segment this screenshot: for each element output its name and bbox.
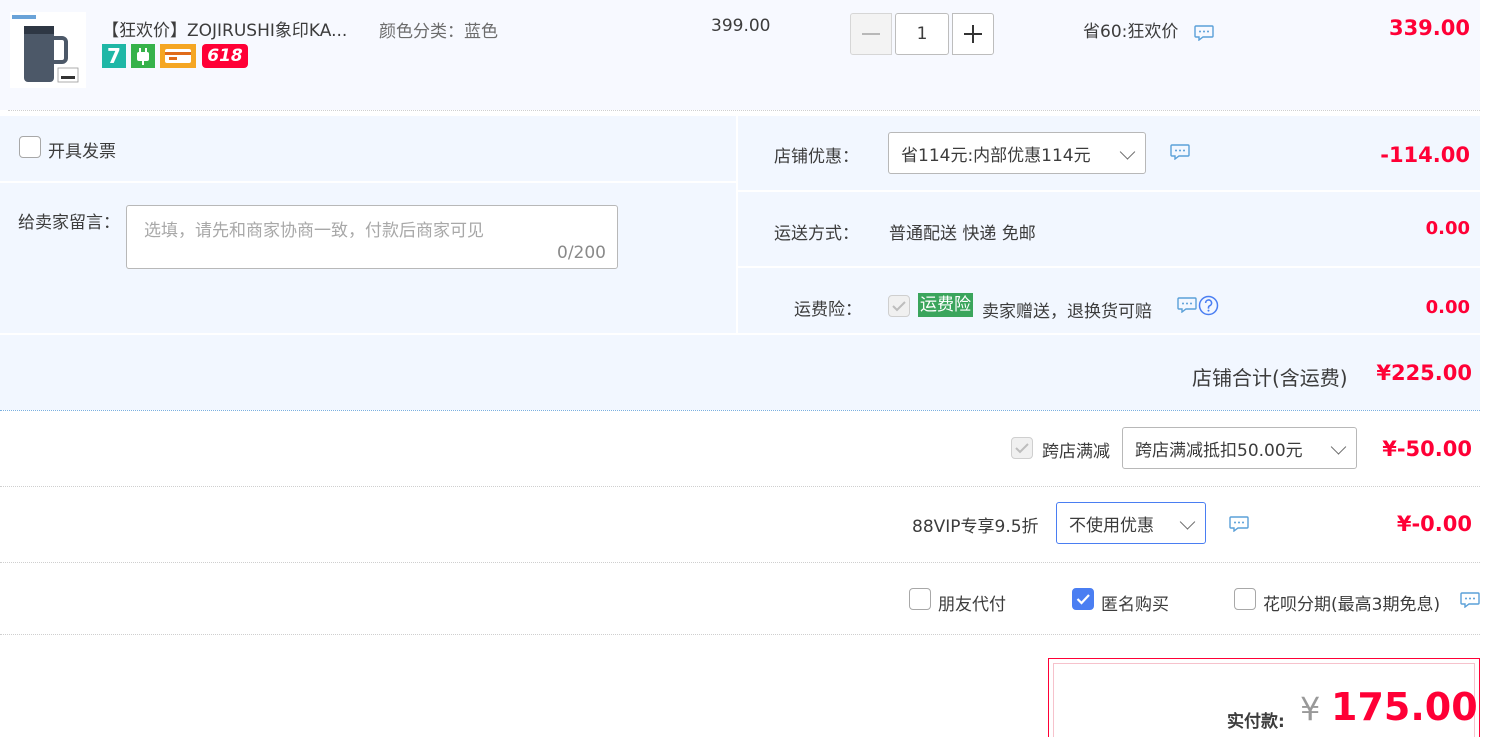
- card-icon: [160, 44, 196, 68]
- store-discount-amount: -114.00: [1380, 143, 1470, 167]
- vip-amount: ¥-0.00: [1396, 512, 1472, 536]
- help-icon[interactable]: [1198, 295, 1219, 316]
- chat-icon[interactable]: [1460, 592, 1480, 608]
- payment-currency: ¥: [1300, 690, 1321, 728]
- installment-checkbox[interactable]: [1234, 588, 1256, 610]
- quantity-increment-button[interactable]: [952, 13, 994, 55]
- cross-store-label: 跨店满减: [1042, 442, 1110, 462]
- friend-pay-checkbox[interactable]: [909, 588, 931, 610]
- chevron-down-icon: [1119, 144, 1136, 160]
- unit-price: 399.00: [711, 16, 771, 36]
- cross-store-amount: ¥-50.00: [1382, 437, 1472, 461]
- product-thumbnail[interactable]: [10, 12, 86, 88]
- seller-note-label: 给卖家留言：: [18, 213, 120, 233]
- freight-insurance-checkbox: [888, 295, 910, 317]
- freight-insurance-text: 卖家赠送，退换货可赔: [982, 302, 1152, 322]
- store-total-amount: ¥225.00: [1376, 361, 1472, 385]
- anonymous-purchase-checkbox[interactable]: [1072, 588, 1094, 610]
- item-promo-text: 省60:狂欢价: [1083, 22, 1179, 42]
- cross-store-checkbox: [1011, 437, 1033, 459]
- plug-icon: [131, 44, 155, 68]
- chevron-down-icon: [1179, 514, 1196, 530]
- friend-pay-label[interactable]: 朋友代付: [938, 590, 1006, 615]
- product-sku: 颜色分类：蓝色: [379, 22, 498, 42]
- store-discount-label: 店铺优惠：: [774, 147, 859, 167]
- item-subtotal: 339.00: [1388, 16, 1470, 40]
- minus-icon: [862, 33, 880, 35]
- invoice-label[interactable]: 开具发票: [48, 137, 116, 162]
- seller-note-counter: 0/200: [557, 243, 606, 263]
- shipping-amount: 0.00: [1425, 218, 1470, 239]
- cross-store-select[interactable]: 跨店满减抵扣50.00元: [1122, 427, 1357, 469]
- payment-label: 实付款:: [1227, 712, 1285, 732]
- chat-icon[interactable]: [1194, 25, 1214, 41]
- store-total-label: 店铺合计(含运费): [1192, 366, 1348, 390]
- seller-note-placeholder: 选填，请先和商家协商一致，付款后商家可见: [144, 221, 484, 241]
- freight-insurance-tag: 运费险: [918, 293, 973, 317]
- vip-label: 88VIP专享9.5折: [912, 517, 1039, 537]
- installment-label[interactable]: 花呗分期(最高3期免息): [1263, 590, 1440, 615]
- payment-amount: 175.00: [1331, 685, 1478, 729]
- shipping-label: 运送方式：: [774, 224, 859, 244]
- seller-note-textarea[interactable]: 选填，请先和商家协商一致，付款后商家可见 0/200: [126, 205, 618, 269]
- check-icon: [1076, 594, 1090, 605]
- invoice-checkbox[interactable]: [19, 136, 41, 158]
- anonymous-purchase-label[interactable]: 匿名购买: [1101, 590, 1169, 615]
- freight-insurance-amount: 0.00: [1425, 297, 1470, 318]
- chat-icon[interactable]: [1177, 297, 1197, 313]
- chat-icon[interactable]: [1229, 516, 1249, 532]
- badge-seven-day: 7: [102, 44, 126, 68]
- shipping-value: 普通配送 快递 免邮: [889, 224, 1036, 244]
- quantity-decrement-button[interactable]: [850, 13, 892, 55]
- product-title[interactable]: 【狂欢价】ZOJIRUSHI象印KA...: [102, 16, 347, 41]
- freight-insurance-label: 运费险：: [794, 300, 862, 320]
- chevron-down-icon: [1330, 439, 1347, 455]
- badge-618: 618: [202, 44, 248, 68]
- vip-select[interactable]: 不使用优惠: [1056, 502, 1206, 544]
- quantity-input[interactable]: 1: [895, 13, 949, 55]
- chat-icon[interactable]: [1170, 144, 1190, 160]
- store-discount-select[interactable]: 省114元:内部优惠114元: [888, 132, 1146, 174]
